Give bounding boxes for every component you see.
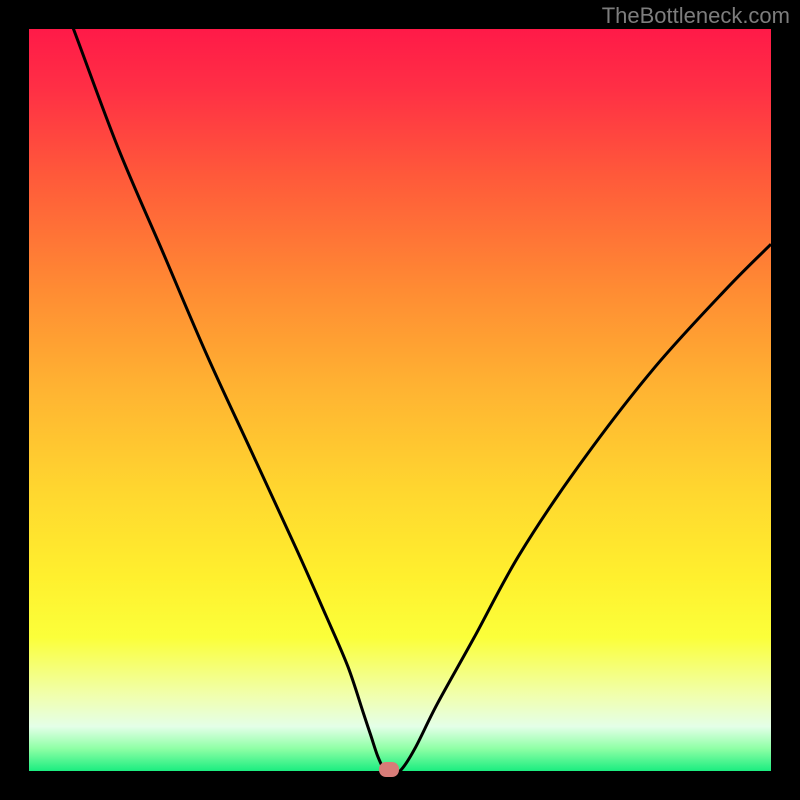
chart-frame: TheBottleneck.com: [0, 0, 800, 800]
watermark-text: TheBottleneck.com: [602, 3, 790, 29]
chart-line-layer: [29, 29, 771, 771]
chart-plot-area: [29, 29, 771, 771]
chart-marker-dot: [379, 762, 399, 777]
bottleneck-curve: [29, 29, 771, 771]
